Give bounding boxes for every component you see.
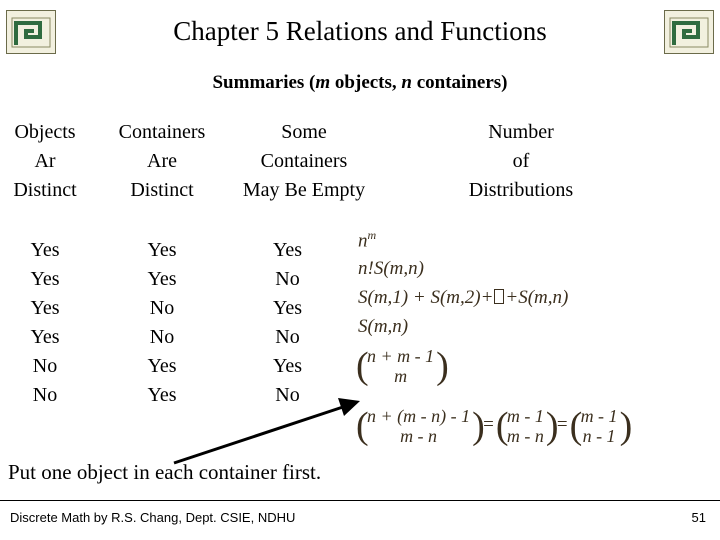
header-line: Distributions [468,179,574,201]
subtitle-var-n: n [401,72,412,93]
cell-value: No [149,297,175,319]
decorative-logo-left [6,10,56,54]
binom-bottom: n - 1 [582,426,616,446]
cell-value: Yes [147,239,177,261]
cell-value: Yes [272,355,303,377]
right-paren: ) [619,405,633,447]
cell-value: Yes [30,326,60,348]
cell-value: No [149,326,175,348]
binom-bottom: m - n [506,426,544,446]
left-paren: ( [356,345,369,387]
formula-stirling-m-n: S(m,n) [358,316,409,337]
header-line: Are [147,150,177,172]
binom-top: m - 1 [506,406,544,426]
binom-top: m - 1 [580,406,618,426]
header-line: Containers [260,150,348,172]
column-objects-values: Yes Yes Yes Yes No No [2,236,88,410]
cell-value: Yes [30,297,60,319]
header-line: Ar [34,150,56,172]
subtitle: Summaries (m objects, n containers) [0,72,720,94]
missing-glyph-box [494,289,505,304]
column-header-distributions: Number of Distributions [430,118,612,205]
column-header-objects: Objects Ar Distinct [2,118,88,205]
column-header-containers: Containers Are Distinct [96,118,228,205]
header-line: Distinct [13,179,77,201]
footer-divider [0,500,720,501]
cell-value: Yes [30,239,60,261]
column-some-empty-values: Yes No Yes No Yes No [230,236,345,410]
cell-value: Yes [147,355,177,377]
formula-exponent: m [367,228,377,242]
column-header-some-empty: Some Containers May Be Empty [230,118,378,205]
formula-n-pow-m: nm [358,228,376,252]
footer-credit: Discrete Math by R.S. Chang, Dept. CSIE,… [10,510,296,525]
subtitle-prefix: Summaries ( [212,72,316,93]
right-paren: ) [472,405,485,447]
binomial-coefficient: ( m - 1 n - 1 ) [569,405,633,447]
header-line: Objects [14,121,76,143]
binomial-coefficient: ( n + (m - n) - 1 m - n ) [356,405,485,447]
formula-binomial-equalities: ( n + (m - n) - 1 m - n ) = ( m - 1 m - … [356,405,633,447]
header-line: Distinct [130,179,194,201]
decorative-logo-right [664,10,714,54]
note-text: Put one object in each container first. [8,460,322,484]
binom-bottom: m - n [400,426,438,446]
binom-top: n + (m - n) - 1 [367,406,471,426]
header-line: Number [488,121,554,143]
footer-page-number: 51 [691,510,706,525]
binomial-coefficient: ( n + m - 1 m ) [356,345,449,387]
header-line: Some [281,121,327,143]
formula-sum-of-stirling: S(m,1) + S(m,2)+ +S(m,n) [358,287,568,309]
left-paren: ( [495,405,509,447]
cell-value: No [275,268,300,290]
formula-sum-left: S(m,1) + S(m,2)+ [358,287,494,308]
header-line: May Be Empty [242,179,366,201]
formula-sum-right: +S(m,n) [505,287,569,308]
page-title: Chapter 5 Relations and Functions [173,16,547,46]
formula-base: n [358,230,368,252]
cell-value: Yes [30,268,60,290]
binomial-coefficient: ( m - 1 m - n ) [495,405,559,447]
cell-value: No [275,326,300,348]
column-containers-values: Yes Yes No No Yes Yes [96,236,228,410]
header-line: Containers [118,121,206,143]
cell-value: Yes [147,268,177,290]
right-paren: ) [436,345,449,387]
cell-value: Yes [272,297,303,319]
left-paren: ( [569,405,583,447]
subtitle-suffix: containers) [411,72,508,93]
cell-value: No [32,355,58,377]
formula-n-fact-s: n!S(m,n) [358,258,424,279]
subtitle-mid: objects, [330,72,402,93]
subtitle-var-m: m [315,72,331,93]
cell-value: Yes [272,239,303,261]
right-paren: ) [545,405,559,447]
formula-binomial-n-plus-m-minus-1: ( n + m - 1 m ) [356,345,449,387]
cell-value: No [32,384,58,406]
header-line: of [512,150,530,172]
binom-top: n + m - 1 [367,346,435,366]
binom-bottom: m [394,366,408,386]
